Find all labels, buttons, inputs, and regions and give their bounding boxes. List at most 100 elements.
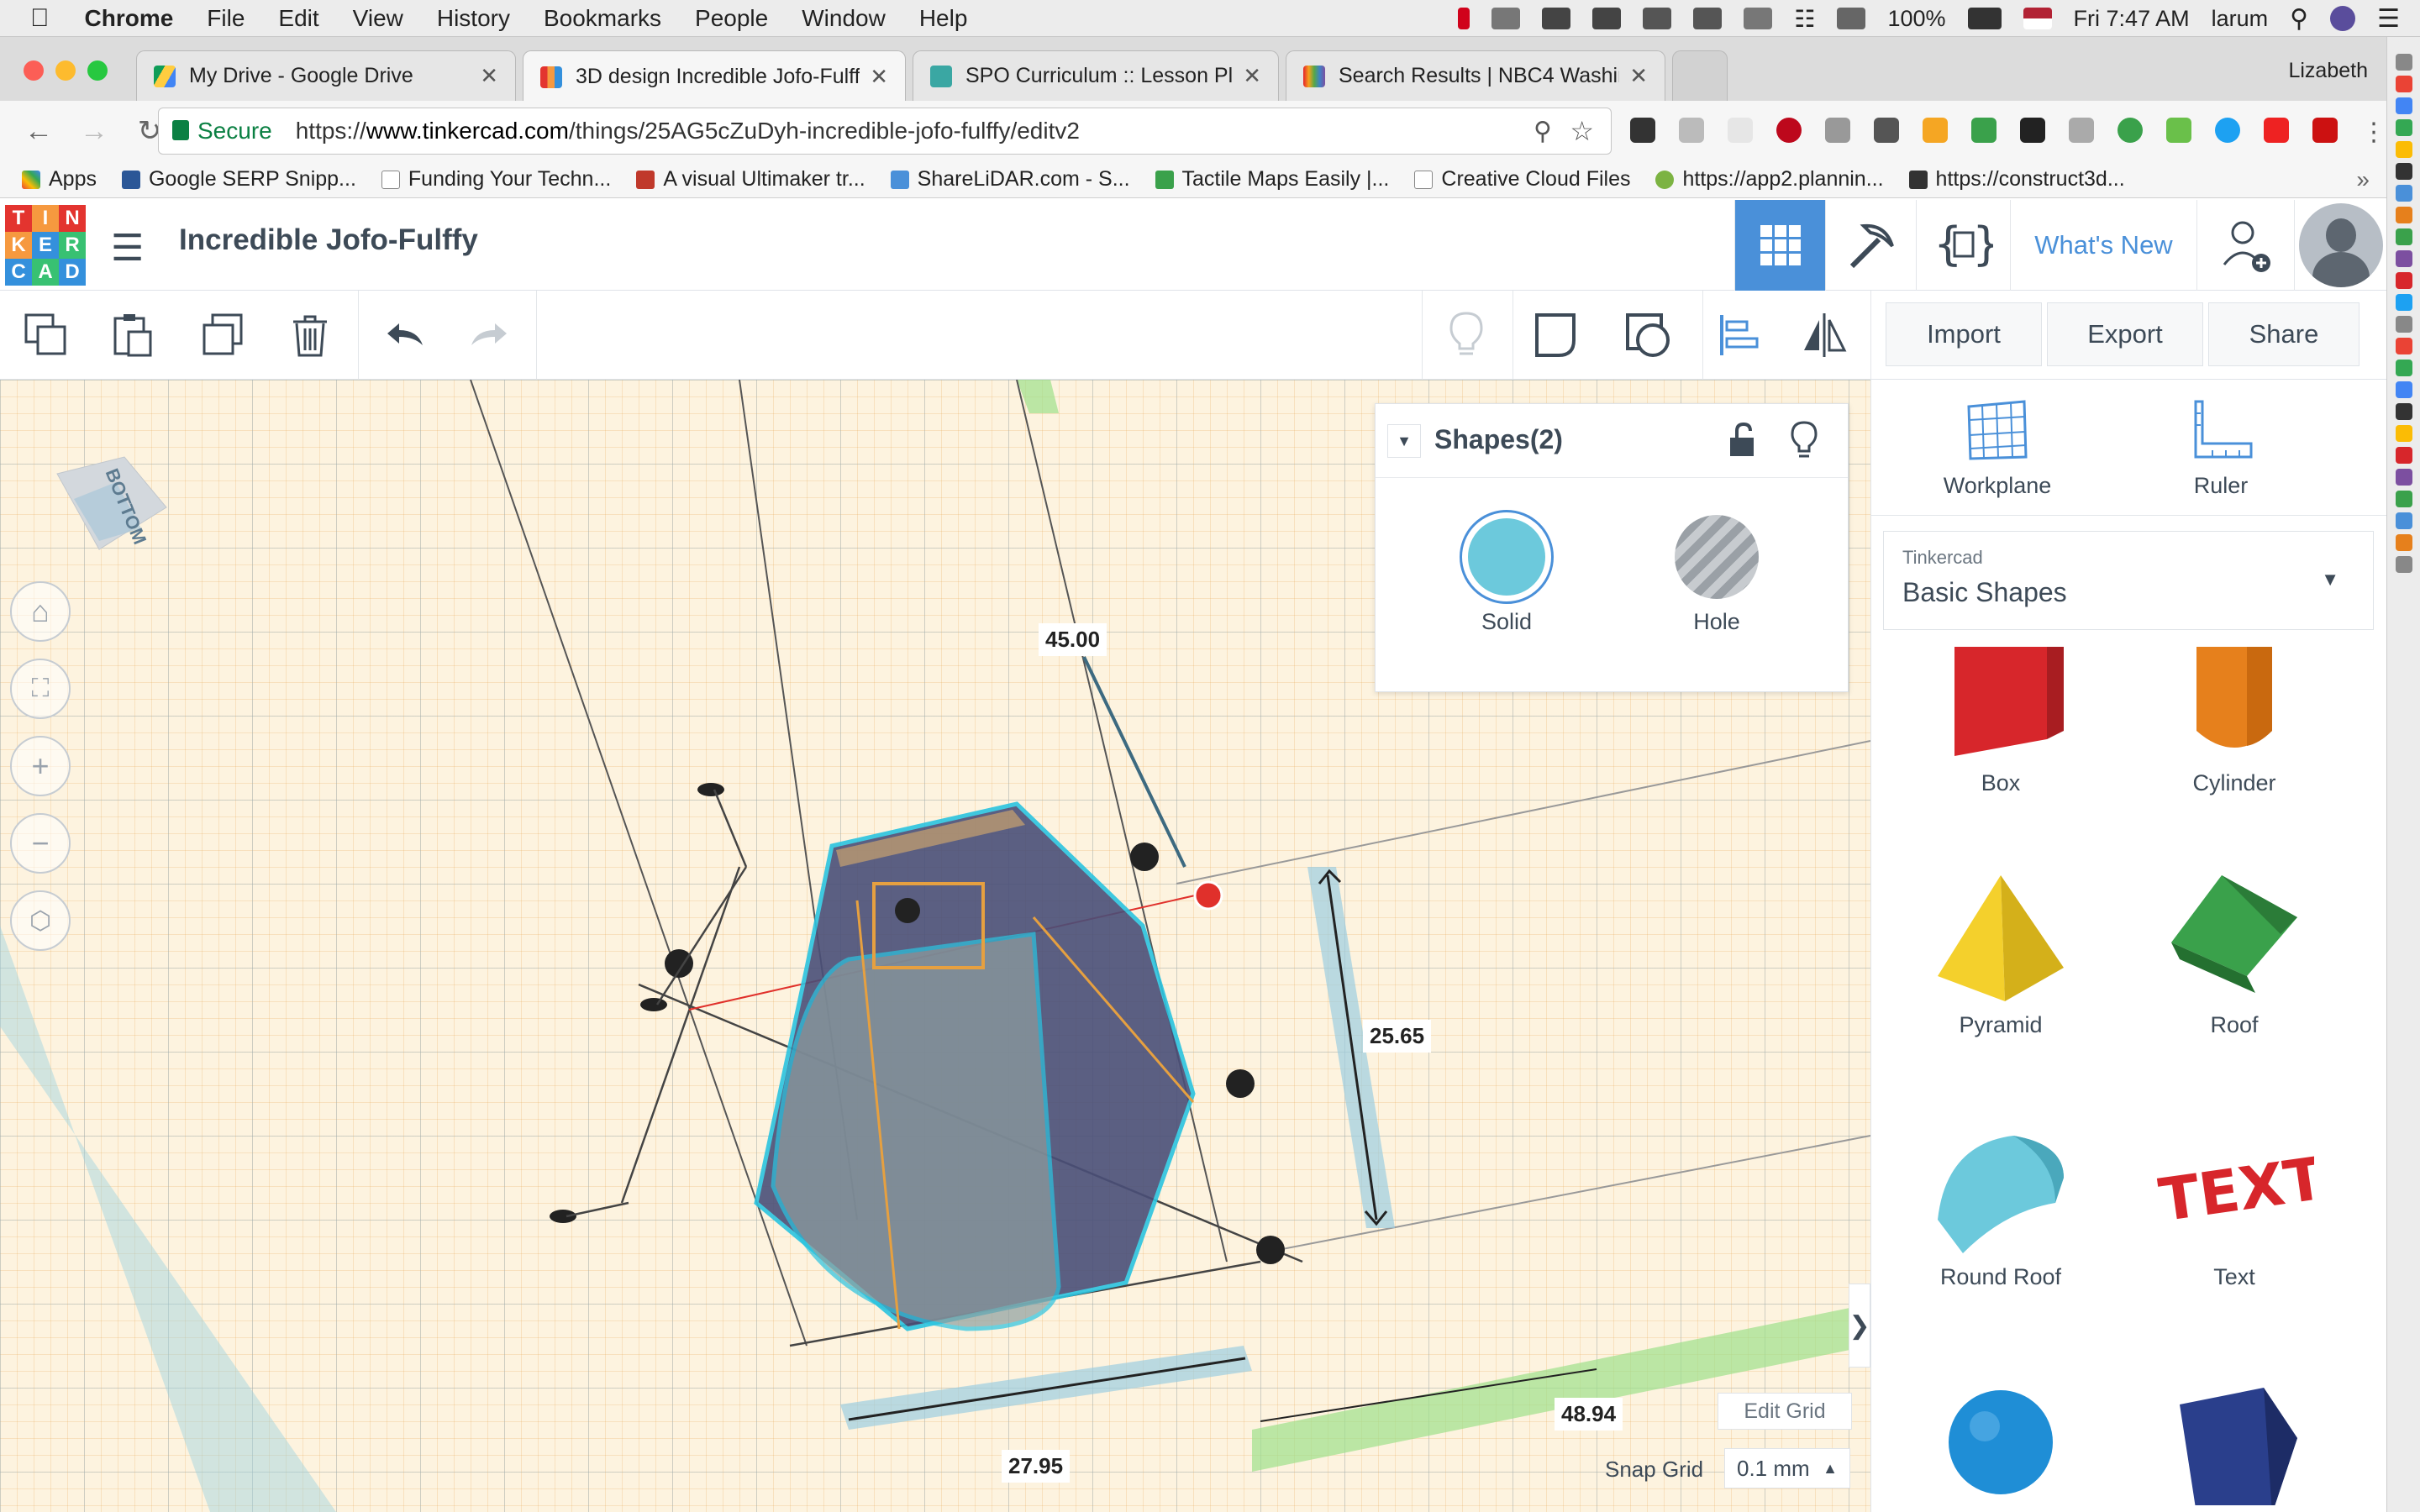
url-text[interactable]: https://www.tinkercad.com/things/25AG5cZ…: [296, 118, 1080, 144]
wifi-icon[interactable]: ☷: [1794, 5, 1815, 33]
shape-roof[interactable]: Roof: [2125, 875, 2344, 1038]
hole-option[interactable]: [1675, 515, 1759, 599]
extension-icon[interactable]: [2395, 381, 2412, 398]
width-dimension-label[interactable]: 27.95: [1002, 1450, 1071, 1483]
profile-avatar[interactable]: [2294, 200, 2386, 291]
extension-icon[interactable]: [2395, 185, 2412, 202]
evernote-icon[interactable]: [1693, 8, 1723, 29]
extension-icon[interactable]: [2395, 403, 2412, 420]
redo-button[interactable]: [460, 306, 519, 365]
fit-view-button[interactable]: ⛶: [10, 659, 71, 719]
shape-box[interactable]: Box: [1891, 647, 2110, 796]
close-tab-icon[interactable]: ✕: [1629, 63, 1648, 89]
perspective-button[interactable]: ⬡: [10, 890, 71, 951]
3d-design-view-button[interactable]: [1734, 200, 1825, 291]
bookmark-item[interactable]: https://construct3d...: [1908, 167, 2125, 192]
bookmark-item[interactable]: Funding Your Techn...: [381, 167, 611, 192]
collapse-inspector-icon[interactable]: ▼: [1387, 424, 1421, 458]
shape-library-select[interactable]: Tinkercad Basic Shapes ▼: [1883, 531, 2374, 630]
extension-icon[interactable]: [2395, 163, 2412, 180]
shape-cylinder[interactable]: Cylinder: [2125, 647, 2344, 796]
siri-icon[interactable]: [2330, 6, 2356, 31]
extension-icon[interactable]: [2395, 119, 2412, 136]
extension-icon[interactable]: [2395, 207, 2412, 223]
menu-help[interactable]: Help: [919, 5, 968, 32]
menu-view[interactable]: View: [353, 5, 403, 32]
spotlight-icon[interactable]: ⚲: [2290, 4, 2308, 34]
cast-icon[interactable]: [1874, 118, 1899, 143]
battery-status-icon[interactable]: [1592, 8, 1622, 29]
tab-spo-curriculum[interactable]: SPO Curriculum :: Lesson Plan ✕: [913, 50, 1279, 101]
bricks-view-button[interactable]: [1825, 200, 1916, 291]
angle-dimension-label[interactable]: 45.00: [1039, 623, 1107, 656]
whats-new-button[interactable]: What's New: [2010, 200, 2196, 291]
extension-icon[interactable]: [2395, 97, 2412, 114]
zoom-window-icon[interactable]: [87, 60, 108, 81]
paste-button[interactable]: [103, 306, 161, 365]
bookmark-item[interactable]: ShareLiDAR.com - S...: [890, 167, 1130, 192]
copy-button[interactable]: [17, 306, 76, 365]
snap-grid-select[interactable]: 0.1 mm ▲: [1724, 1448, 1850, 1488]
lock-icon[interactable]: [1643, 8, 1672, 29]
align-button[interactable]: [1709, 306, 1768, 365]
extension-icon[interactable]: [2395, 228, 2412, 245]
menu-window[interactable]: Window: [802, 5, 886, 32]
bookmarks-overflow-icon[interactable]: »: [2356, 166, 2370, 193]
extension-icon[interactable]: [1971, 118, 1996, 143]
extension-icon[interactable]: [2395, 250, 2412, 267]
zoom-out-button[interactable]: −: [10, 813, 71, 874]
extension-icon[interactable]: [2395, 360, 2412, 376]
download-icon[interactable]: [2118, 118, 2143, 143]
extension-icon[interactable]: [2395, 294, 2412, 311]
menu-app-name[interactable]: Chrome: [85, 5, 174, 32]
menu-edit[interactable]: Edit: [278, 5, 318, 32]
profile-name[interactable]: Lizabeth: [2288, 59, 2368, 83]
extension-icon[interactable]: [2395, 272, 2412, 289]
menu-history[interactable]: History: [437, 5, 510, 32]
undo-button[interactable]: [375, 306, 434, 365]
close-tab-icon[interactable]: ✕: [480, 63, 498, 89]
duplicate-button[interactable]: [193, 306, 252, 365]
extension-icon[interactable]: [1728, 118, 1753, 143]
airplay-icon[interactable]: [1837, 8, 1866, 29]
solid-option[interactable]: [1460, 510, 1554, 604]
extension-icon[interactable]: [2395, 469, 2412, 486]
extension-icon[interactable]: [2166, 118, 2191, 143]
notification-center-icon[interactable]: ☰: [2377, 4, 2400, 34]
menu-user[interactable]: larum: [2212, 6, 2269, 32]
extension-icon[interactable]: [2395, 54, 2412, 71]
cc-icon[interactable]: [1491, 8, 1521, 29]
extension-icon[interactable]: [2395, 512, 2412, 529]
bookmark-item[interactable]: Tactile Maps Easily |...: [1155, 167, 1389, 192]
tab-nbc4[interactable]: Search Results | NBC4 Washington ✕: [1286, 50, 1665, 101]
extension-icon[interactable]: [2395, 491, 2412, 507]
drive-icon[interactable]: [1542, 8, 1571, 29]
note-button[interactable]: [1528, 306, 1586, 365]
amazon-icon[interactable]: [2020, 118, 2045, 143]
bookmark-item[interactable]: https://app2.plannin...: [1655, 167, 1884, 192]
bookmark-apps[interactable]: Apps: [22, 167, 97, 192]
extension-icon[interactable]: [2395, 141, 2412, 158]
shape-wedge[interactable]: [2125, 1379, 2344, 1512]
menu-bookmarks[interactable]: Bookmarks: [544, 5, 661, 32]
back-icon[interactable]: ←: [22, 115, 55, 148]
length-dimension-label[interactable]: 48.94: [1555, 1398, 1623, 1431]
show-hint-button[interactable]: [1437, 306, 1496, 365]
view-cube[interactable]: BOTTOM: [49, 449, 175, 566]
home-view-button[interactable]: ⌂: [10, 581, 71, 642]
extension-icon[interactable]: [2395, 425, 2412, 442]
codeblocks-button[interactable]: {}: [1916, 200, 2010, 291]
menu-file[interactable]: File: [207, 5, 245, 32]
close-tab-icon[interactable]: ✕: [1243, 63, 1261, 89]
new-tab-button[interactable]: [1672, 50, 1728, 101]
close-tab-icon[interactable]: ✕: [870, 64, 888, 90]
extension-icon[interactable]: [1825, 118, 1850, 143]
battery-icon[interactable]: [1967, 8, 2002, 29]
shape-pyramid[interactable]: Pyramid: [1891, 875, 2110, 1038]
collapse-panel-button[interactable]: ❯: [1849, 1284, 1870, 1368]
workplane-tool[interactable]: Workplane: [1930, 396, 2065, 499]
mirror-button[interactable]: [1795, 306, 1854, 365]
ruler-shape-button[interactable]: [1618, 306, 1677, 365]
zoom-icon[interactable]: ⚲: [1534, 117, 1552, 146]
shape-sphere[interactable]: [1891, 1379, 2110, 1511]
